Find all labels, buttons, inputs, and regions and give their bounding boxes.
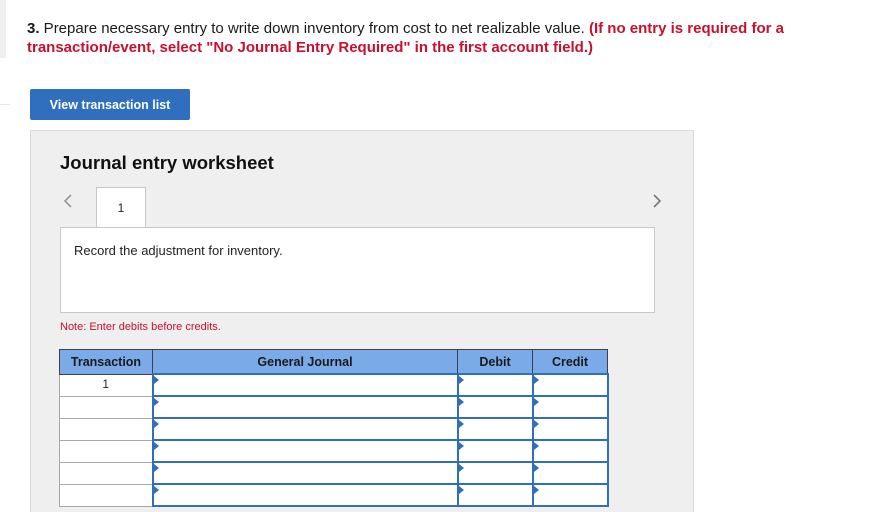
debit-input[interactable] [456, 461, 534, 485]
dropdown-marker-icon [153, 398, 159, 406]
question-text: 3. Prepare necessary entry to write down… [27, 19, 847, 57]
account-input[interactable] [151, 461, 459, 485]
question-number: 3. [27, 20, 40, 37]
input-marker-icon [458, 420, 464, 428]
input-marker-icon [458, 376, 464, 384]
worksheet-title: Journal entry worksheet [60, 152, 274, 173]
debit-input[interactable] [456, 373, 534, 397]
table-row [59, 395, 609, 419]
input-marker-icon [533, 464, 539, 472]
dropdown-marker-icon [153, 442, 159, 450]
dropdown-marker-icon [153, 486, 159, 494]
table-row [59, 417, 609, 441]
entry-note: Note: Enter debits before credits. [60, 321, 221, 333]
transaction-description-box: Record the adjustment for inventory. [60, 227, 655, 313]
input-marker-icon [458, 486, 464, 494]
header-debit: Debit [457, 349, 533, 375]
input-marker-icon [533, 376, 539, 384]
view-transaction-list-button[interactable]: View transaction list [30, 89, 190, 120]
dropdown-marker-icon [153, 376, 159, 384]
transaction-cell [59, 395, 153, 419]
dropdown-marker-icon [153, 420, 159, 428]
chevron-left-icon[interactable] [61, 194, 75, 208]
journal-table: Transaction General Journal Debit Credit… [59, 349, 609, 507]
transaction-cell [59, 483, 153, 507]
credit-input[interactable] [531, 395, 609, 419]
header-credit: Credit [532, 349, 608, 375]
account-input[interactable] [151, 395, 459, 419]
account-input[interactable] [151, 373, 459, 397]
input-marker-icon [533, 442, 539, 450]
debit-input[interactable] [456, 417, 534, 441]
account-input[interactable] [151, 483, 459, 507]
table-row [59, 461, 609, 485]
transaction-cell: 1 [59, 373, 153, 397]
chevron-right-icon[interactable] [650, 194, 664, 208]
debit-input[interactable] [456, 483, 534, 507]
input-marker-icon [458, 398, 464, 406]
transaction-cell [59, 417, 153, 441]
table-row [59, 439, 609, 463]
input-marker-icon [533, 486, 539, 494]
input-marker-icon [458, 464, 464, 472]
credit-input[interactable] [531, 461, 609, 485]
input-marker-icon [458, 442, 464, 450]
debit-input[interactable] [456, 395, 534, 419]
account-input[interactable] [151, 417, 459, 441]
divider [0, 104, 10, 105]
journal-table-header: Transaction General Journal Debit Credit [59, 349, 608, 375]
tab-transaction-1[interactable]: 1 [96, 187, 146, 228]
journal-entry-worksheet: Journal entry worksheet 1 Record the adj… [30, 130, 694, 512]
credit-input[interactable] [531, 483, 609, 507]
transaction-cell [59, 461, 153, 485]
input-marker-icon [533, 420, 539, 428]
account-input[interactable] [151, 439, 459, 463]
transaction-cell [59, 439, 153, 463]
dropdown-marker-icon [153, 464, 159, 472]
question-sidebar-bar [0, 0, 6, 58]
transaction-description: Record the adjustment for inventory. [74, 243, 283, 258]
input-marker-icon [533, 398, 539, 406]
credit-input[interactable] [531, 417, 609, 441]
header-transaction: Transaction [59, 349, 153, 375]
table-row: 1 [59, 373, 609, 397]
question-body: Prepare necessary entry to write down in… [39, 20, 589, 37]
debit-input[interactable] [456, 439, 534, 463]
credit-input[interactable] [531, 373, 609, 397]
credit-input[interactable] [531, 439, 609, 463]
header-general-journal: General Journal [152, 349, 458, 375]
table-row [59, 483, 609, 507]
